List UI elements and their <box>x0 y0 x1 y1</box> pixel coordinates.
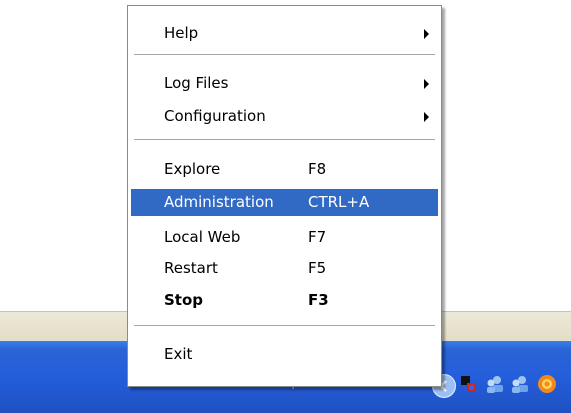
menu-item-restart[interactable]: Restart F5 <box>131 255 438 282</box>
menu-item-label: Administration <box>164 193 274 211</box>
menu-item-log-files[interactable]: Log Files <box>131 70 438 97</box>
menu-item-help[interactable]: Help <box>131 20 438 47</box>
menu-item-label: Local Web <box>164 228 241 246</box>
user-icon[interactable] <box>484 373 506 395</box>
menu-item-exit[interactable]: Exit <box>131 341 438 368</box>
menu-separator <box>134 325 435 327</box>
context-menu: Help Log Files Configuration Explore F8 … <box>127 5 442 387</box>
menu-item-label: Explore <box>164 160 221 178</box>
menu-item-configuration[interactable]: Configuration <box>131 103 438 130</box>
menu-item-label: Configuration <box>164 107 266 125</box>
menu-item-shortcut: F5 <box>308 259 327 277</box>
menu-item-label: Stop <box>164 291 204 309</box>
app-icon[interactable] <box>536 373 558 395</box>
menu-item-local-web[interactable]: Local Web F7 <box>131 224 438 251</box>
menu-item-shortcut: F3 <box>308 291 329 309</box>
menu-item-explore[interactable]: Explore F8 <box>131 156 438 183</box>
menu-item-label: Log Files <box>164 74 229 92</box>
submenu-arrow-icon <box>424 112 429 122</box>
menu-item-label: Help <box>164 24 199 42</box>
user-icon[interactable] <box>509 373 531 395</box>
menu-item-label: Exit <box>164 345 193 363</box>
network-icon[interactable] <box>458 373 480 395</box>
submenu-arrow-icon <box>424 79 429 89</box>
menu-separator <box>134 139 435 141</box>
menu-item-administration[interactable]: Administration CTRL+A <box>131 189 438 216</box>
menu-item-shortcut: CTRL+A <box>308 193 370 211</box>
menu-separator <box>134 54 435 56</box>
menu-item-shortcut: F7 <box>308 228 327 246</box>
menu-item-shortcut: F8 <box>308 160 327 178</box>
menu-item-stop[interactable]: Stop F3 <box>131 287 438 314</box>
submenu-arrow-icon <box>424 29 429 39</box>
menu-item-label: Restart <box>164 259 218 277</box>
